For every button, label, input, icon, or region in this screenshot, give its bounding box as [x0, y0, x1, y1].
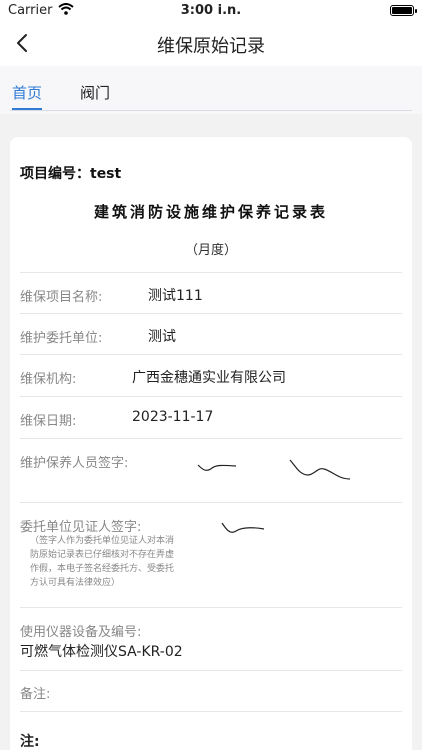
instrument-label: 使用仪器设备及编号:	[20, 625, 142, 640]
status-bar: Carrier 3:00 i.n.	[0, 0, 422, 22]
divider	[20, 502, 402, 503]
divider	[20, 711, 402, 712]
divider	[20, 272, 402, 273]
maintainer-signature-1	[197, 464, 237, 471]
tab-home[interactable]: 首页	[12, 82, 42, 103]
client-witness-signature	[221, 522, 265, 533]
maintenance-org-value: 广西金穗通实业有限公司	[132, 370, 286, 386]
form-subtitle: （月度）	[184, 243, 237, 258]
divider	[20, 396, 402, 397]
divider	[20, 438, 402, 439]
status-time: 3:00 i.n.	[180, 3, 242, 18]
note-label: 注:	[20, 734, 40, 750]
maintenance-date-value: 2023-11-17	[132, 409, 214, 425]
battery-icon	[390, 5, 417, 16]
maintenance-org-label: 维保机构:	[20, 372, 77, 387]
nav-bar: 维保原始记录	[0, 22, 422, 66]
client-unit-value: 测试	[148, 329, 176, 345]
maintainer-signature-2	[289, 459, 351, 480]
divider	[20, 313, 402, 314]
maintenance-date-label: 维保日期:	[20, 414, 77, 429]
divider	[20, 670, 402, 671]
tab-bar: 首页 阀门	[0, 66, 422, 114]
signature-legal-note: （签字人作为委托单位见证人对本消防原始记录表已仔细核对不存在弄虚作假，本电子签名…	[30, 536, 175, 588]
record-form-card: 项目编号：test 建筑消防设施维护保养记录表 （月度） 维保项目名称: 测试1…	[10, 137, 412, 750]
client-witness-signature-label: 委托单位见证人签字:	[20, 520, 142, 535]
client-unit-label: 维护委托单位:	[20, 331, 103, 346]
divider	[20, 607, 402, 608]
project-number: 项目编号：test	[20, 166, 122, 182]
divider	[20, 354, 402, 355]
tab-divider	[10, 110, 412, 111]
project-name-label: 维保项目名称:	[20, 290, 103, 305]
tab-valve[interactable]: 阀门	[80, 82, 110, 103]
remark-label: 备注:	[20, 687, 51, 702]
instrument-value: 可燃气体检测仪SA-KR-02	[20, 644, 183, 660]
maintainer-signature-label: 维护保养人员签字:	[20, 456, 129, 471]
page-title: 维保原始记录	[157, 36, 265, 57]
project-name-value: 测试111	[148, 288, 203, 304]
form-title: 建筑消防设施维护保养记录表	[93, 203, 328, 221]
